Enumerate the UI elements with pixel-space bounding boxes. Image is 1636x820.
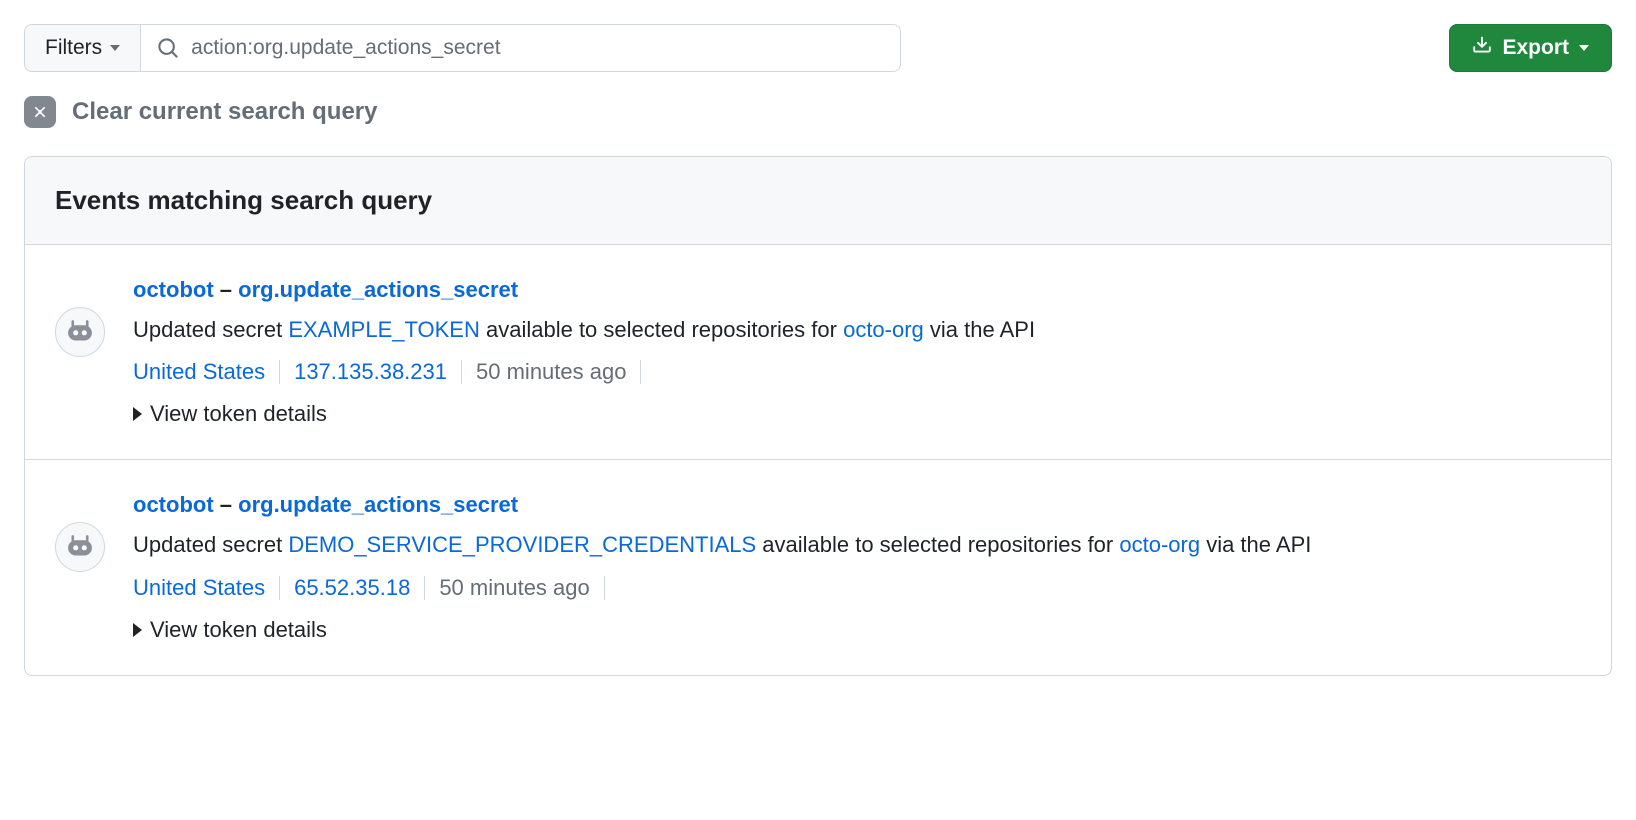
event-row: octobot – org.update_actions_secret Upda… xyxy=(25,245,1611,460)
chevron-down-icon xyxy=(1579,45,1589,51)
event-title: octobot – org.update_actions_secret xyxy=(133,488,1581,522)
view-token-details-toggle[interactable]: View token details xyxy=(133,397,1581,431)
event-description: Updated secret DEMO_SERVICE_PROVIDER_CRE… xyxy=(133,528,1581,562)
search-container xyxy=(141,24,901,72)
meta-separator xyxy=(604,576,605,600)
details-label: View token details xyxy=(150,613,327,647)
avatar xyxy=(55,522,105,572)
org-link[interactable]: octo-org xyxy=(843,317,924,342)
title-separator: – xyxy=(214,277,238,302)
event-row: octobot – org.update_actions_secret Upda… xyxy=(25,460,1611,674)
triangle-right-icon xyxy=(133,623,142,637)
export-label: Export xyxy=(1502,36,1569,60)
filters-button[interactable]: Filters xyxy=(24,24,141,72)
location-link[interactable]: United States xyxy=(133,355,265,389)
timestamp: 50 minutes ago xyxy=(439,571,589,605)
secret-link[interactable]: EXAMPLE_TOKEN xyxy=(288,317,480,342)
results-header: Events matching search query xyxy=(25,157,1611,245)
ip-link[interactable]: 137.135.38.231 xyxy=(294,355,447,389)
org-link[interactable]: octo-org xyxy=(1119,532,1200,557)
export-button[interactable]: Export xyxy=(1449,24,1612,72)
event-meta: United States 137.135.38.231 50 minutes … xyxy=(133,355,1581,389)
desc-text: Updated secret xyxy=(133,317,288,342)
meta-separator xyxy=(640,360,641,384)
meta-separator xyxy=(461,360,462,384)
meta-separator xyxy=(279,576,280,600)
secret-link[interactable]: DEMO_SERVICE_PROVIDER_CREDENTIALS xyxy=(288,532,756,557)
desc-text: available to selected repositories for xyxy=(756,532,1119,557)
avatar xyxy=(55,307,105,357)
view-token-details-toggle[interactable]: View token details xyxy=(133,613,1581,647)
location-link[interactable]: United States xyxy=(133,571,265,605)
event-meta: United States 65.52.35.18 50 minutes ago xyxy=(133,571,1581,605)
ip-link[interactable]: 65.52.35.18 xyxy=(294,571,410,605)
event-description: Updated secret EXAMPLE_TOKEN available t… xyxy=(133,313,1581,347)
desc-text: available to selected repositories for xyxy=(480,317,843,342)
search-input[interactable] xyxy=(191,36,884,60)
close-icon xyxy=(31,103,49,121)
meta-separator xyxy=(279,360,280,384)
title-separator: – xyxy=(214,492,238,517)
actor-link[interactable]: octobot xyxy=(133,277,214,302)
meta-separator xyxy=(424,576,425,600)
actor-link[interactable]: octobot xyxy=(133,492,214,517)
timestamp: 50 minutes ago xyxy=(476,355,626,389)
action-link[interactable]: org.update_actions_secret xyxy=(238,492,518,517)
details-label: View token details xyxy=(150,397,327,431)
action-link[interactable]: org.update_actions_secret xyxy=(238,277,518,302)
toolbar: Filters Export xyxy=(24,24,1612,72)
clear-search-row: Clear current search query xyxy=(24,96,1612,128)
desc-text: Updated secret xyxy=(133,532,288,557)
clear-search-label[interactable]: Clear current search query xyxy=(72,98,377,126)
spacer xyxy=(901,24,1449,72)
triangle-right-icon xyxy=(133,407,142,421)
clear-search-button[interactable] xyxy=(24,96,56,128)
event-title: octobot – org.update_actions_secret xyxy=(133,273,1581,307)
desc-text: via the API xyxy=(924,317,1035,342)
octobot-avatar-icon xyxy=(63,530,97,564)
octobot-avatar-icon xyxy=(63,315,97,349)
chevron-down-icon xyxy=(110,45,120,51)
event-body: octobot – org.update_actions_secret Upda… xyxy=(133,488,1581,646)
filters-label: Filters xyxy=(45,36,102,60)
search-icon xyxy=(157,37,179,59)
download-icon xyxy=(1472,35,1492,61)
event-body: octobot – org.update_actions_secret Upda… xyxy=(133,273,1581,431)
desc-text: via the API xyxy=(1200,532,1311,557)
results-panel: Events matching search query octobot – o… xyxy=(24,156,1612,676)
